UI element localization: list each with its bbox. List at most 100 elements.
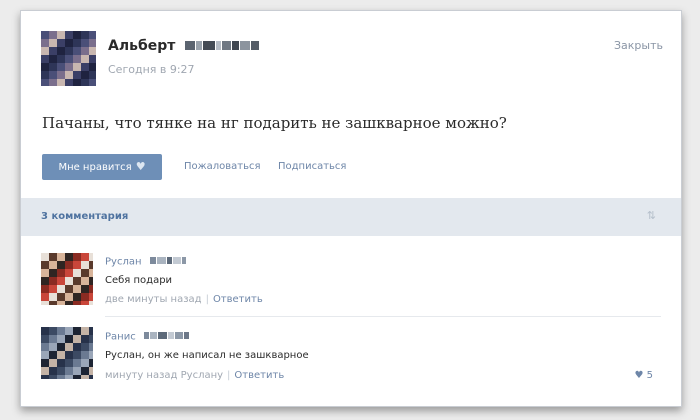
comment-author[interactable]: Ранис bbox=[105, 331, 190, 343]
avatar-pixel bbox=[81, 253, 89, 261]
avatar-pixel bbox=[49, 79, 57, 86]
avatar-pixel bbox=[65, 277, 73, 285]
avatar-pixel bbox=[73, 47, 81, 55]
avatar-pixel bbox=[49, 343, 57, 351]
avatar-pixel bbox=[41, 55, 49, 63]
avatar-pixel bbox=[41, 39, 49, 47]
avatar-pixel bbox=[89, 253, 93, 261]
reply-link[interactable]: Ответить bbox=[234, 370, 284, 381]
avatar-pixel bbox=[81, 55, 89, 63]
avatar-pixel bbox=[41, 335, 49, 343]
avatar-pixel bbox=[81, 285, 89, 293]
avatar-pixel bbox=[65, 367, 73, 375]
avatar-pixel bbox=[73, 293, 81, 301]
avatar-pixel bbox=[89, 359, 93, 367]
avatar-pixel bbox=[89, 269, 93, 277]
avatar-pixel bbox=[41, 47, 49, 55]
comment-author-text[interactable]: Руслан bbox=[105, 257, 142, 268]
avatar-pixel bbox=[89, 71, 96, 79]
sort-arrows-icon[interactable]: ⇅ bbox=[647, 209, 656, 222]
avatar-pixel bbox=[57, 31, 65, 39]
avatar-pixel bbox=[73, 335, 81, 343]
avatar-pixel bbox=[81, 39, 89, 47]
avatar-pixel bbox=[57, 375, 65, 379]
avatar-pixel bbox=[81, 351, 89, 359]
avatar-pixel bbox=[41, 63, 49, 71]
avatar-pixel bbox=[57, 261, 65, 269]
avatar-pixel bbox=[81, 277, 89, 285]
avatar-pixel bbox=[73, 327, 81, 335]
avatar-pixel bbox=[89, 47, 96, 55]
avatar-pixel bbox=[49, 269, 57, 277]
avatar-pixel bbox=[73, 261, 81, 269]
report-link[interactable]: Пожаловаться bbox=[184, 161, 261, 172]
comment-item: Руслан Себя подари две минуты назад | Отве… bbox=[21, 246, 681, 317]
avatar-pixel bbox=[81, 31, 89, 39]
avatar-pixel bbox=[89, 351, 93, 359]
avatar-pixel bbox=[65, 285, 73, 293]
censored-surname bbox=[143, 331, 190, 342]
subscribe-link[interactable]: Подписаться bbox=[278, 161, 346, 172]
avatar-pixel bbox=[41, 375, 49, 379]
avatar-pixel bbox=[81, 71, 89, 79]
avatar-pixel bbox=[73, 71, 81, 79]
avatar-pixel bbox=[41, 359, 49, 367]
avatar-pixel bbox=[89, 335, 93, 343]
avatar-pixel bbox=[65, 47, 73, 55]
avatar-pixel bbox=[57, 269, 65, 277]
avatar-pixel bbox=[81, 261, 89, 269]
avatar-pixel bbox=[89, 285, 93, 293]
reply-link[interactable]: Ответить bbox=[213, 294, 263, 305]
avatar-pixel bbox=[49, 285, 57, 293]
avatar-pixel bbox=[89, 55, 96, 63]
avatar-pixel bbox=[73, 367, 81, 375]
avatar-pixel bbox=[41, 343, 49, 351]
comment-author[interactable]: Руслан bbox=[105, 256, 187, 268]
avatar-pixel bbox=[57, 47, 65, 55]
comment-divider bbox=[105, 316, 661, 317]
avatar-pixel bbox=[81, 47, 89, 55]
post-time[interactable]: Сегодня в 9:27 bbox=[108, 63, 195, 76]
avatar-pixel bbox=[49, 367, 57, 375]
like-button[interactable]: Мне нравится ♥ bbox=[42, 154, 162, 180]
avatar-pixel bbox=[57, 359, 65, 367]
comment-avatar[interactable] bbox=[41, 327, 93, 379]
comment-avatar[interactable] bbox=[41, 253, 93, 305]
avatar-pixel bbox=[73, 285, 81, 293]
meta-separator: | bbox=[205, 294, 209, 305]
close-link[interactable]: Закрыть bbox=[614, 39, 663, 52]
author-name[interactable]: Альберт bbox=[108, 38, 260, 54]
avatar-pixel bbox=[57, 277, 65, 285]
heart-icon: ♥ bbox=[135, 160, 146, 173]
author-avatar[interactable] bbox=[41, 31, 96, 86]
avatar-pixel bbox=[73, 63, 81, 71]
avatar-pixel bbox=[49, 39, 57, 47]
avatar-pixel bbox=[89, 39, 96, 47]
avatar-pixel bbox=[73, 351, 81, 359]
avatar-pixel bbox=[49, 351, 57, 359]
avatar-pixel bbox=[73, 253, 81, 261]
avatar-pixel bbox=[73, 343, 81, 351]
avatar-pixel bbox=[49, 31, 57, 39]
avatar-pixel bbox=[49, 71, 57, 79]
avatar-pixel bbox=[89, 277, 93, 285]
avatar-pixel bbox=[65, 39, 73, 47]
avatar-pixel bbox=[73, 301, 81, 305]
avatar-pixel bbox=[49, 293, 57, 301]
comment-like[interactable]: ♥ 5 bbox=[634, 370, 653, 381]
avatar-pixel bbox=[73, 375, 81, 379]
avatar-pixel bbox=[41, 301, 49, 305]
comment-text: Себя подари bbox=[105, 275, 173, 286]
comments-count[interactable]: 3 комментария bbox=[41, 211, 128, 222]
comment-item: Ранис Руслан, он же написал не зашкварно… bbox=[21, 319, 681, 399]
avatar-pixel bbox=[49, 63, 57, 71]
author-name-text[interactable]: Альберт bbox=[108, 38, 175, 54]
comment-time[interactable]: две минуты назад bbox=[105, 294, 202, 305]
comment-time[interactable]: минуту назад Руслану bbox=[105, 370, 223, 381]
avatar-pixel bbox=[41, 367, 49, 375]
avatar-pixel bbox=[73, 39, 81, 47]
avatar-pixel bbox=[57, 55, 65, 63]
avatar-pixel bbox=[73, 55, 81, 63]
avatar-pixel bbox=[57, 253, 65, 261]
comment-author-text[interactable]: Ранис bbox=[105, 332, 136, 343]
